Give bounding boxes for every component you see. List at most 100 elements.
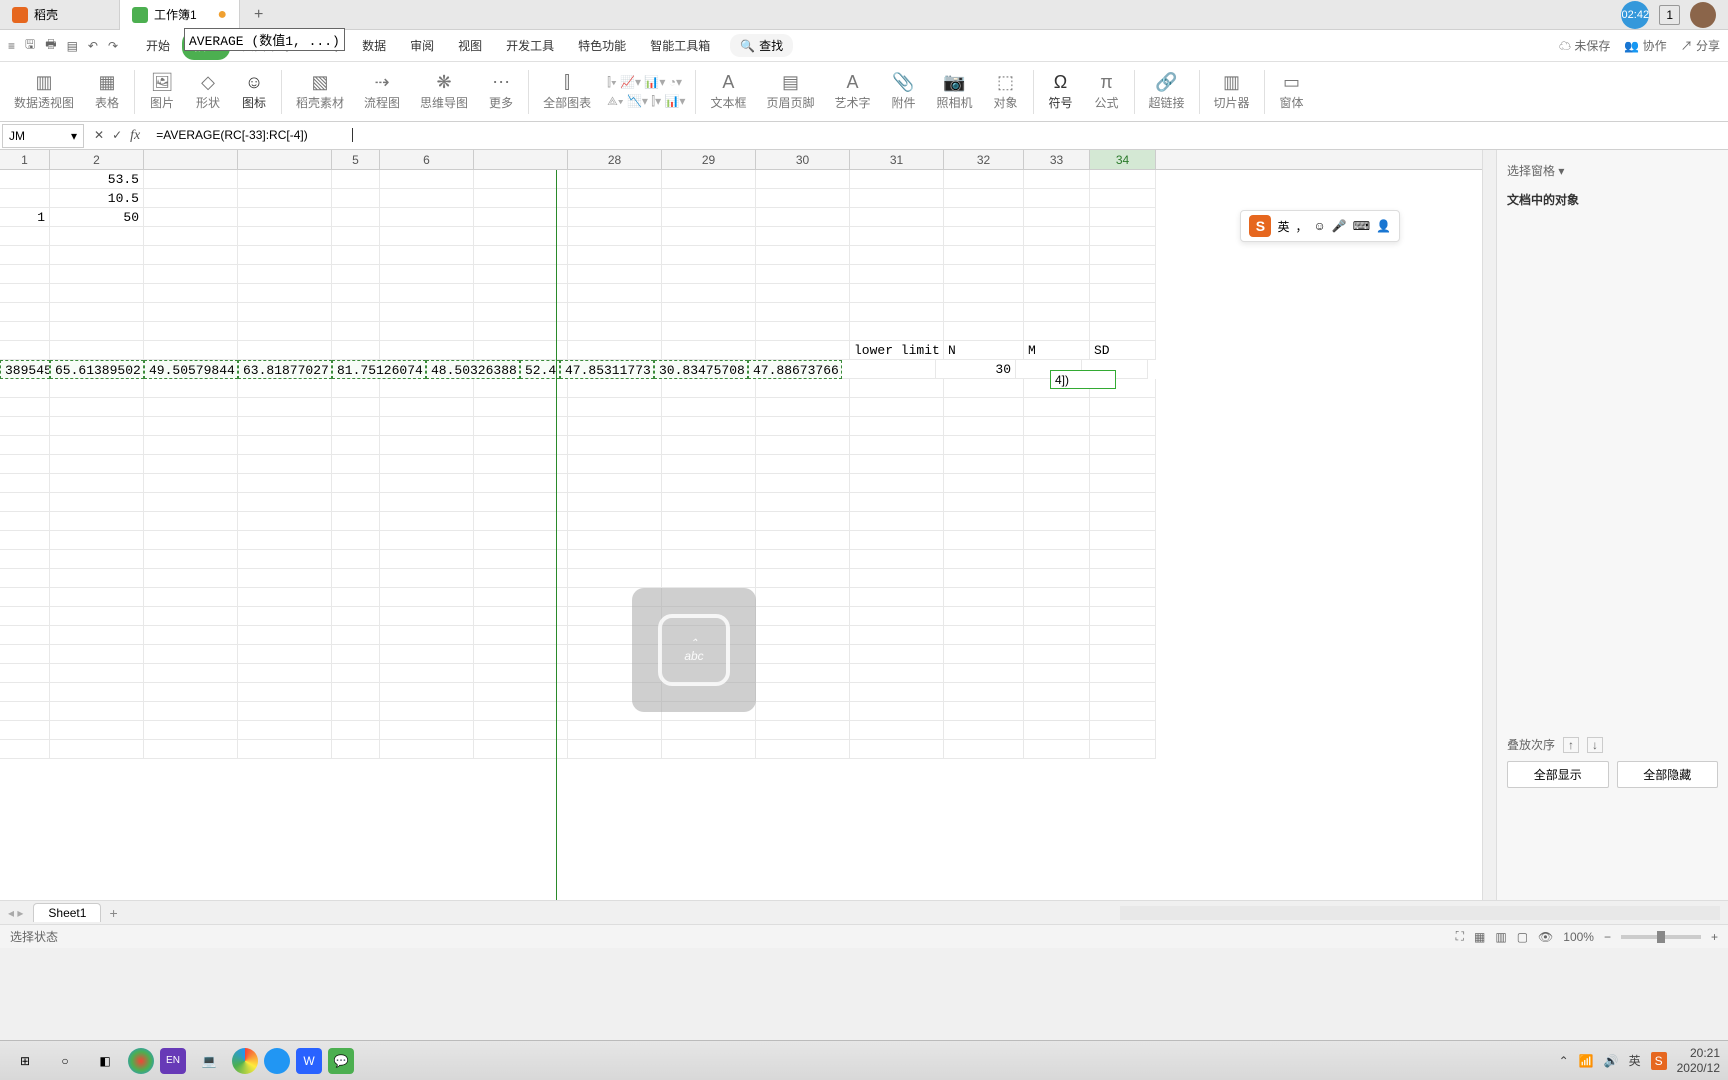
sel-cell[interactable]: 52.4 (520, 360, 560, 379)
menu-start[interactable]: 开始 (134, 31, 182, 60)
ime-toolbar[interactable]: S 英 ， ☺ 🎤 ⌨ 👤 (1240, 210, 1400, 242)
ribbon-mindmap[interactable]: ❋思维导图 (410, 70, 478, 113)
redo-icon[interactable]: ↷ (108, 39, 118, 53)
col-h[interactable]: 5 (332, 150, 380, 169)
move-up-button[interactable]: ↑ (1563, 737, 1579, 753)
cell-N-value[interactable]: 30 (936, 360, 1016, 379)
vertical-scrollbar[interactable] (1482, 150, 1496, 900)
ime-user[interactable]: 👤 (1376, 219, 1391, 233)
col-h[interactable]: 28 (568, 150, 662, 169)
ribbon-more[interactable]: ⋯更多 (478, 70, 524, 113)
sogou-tray-icon[interactable]: S (1651, 1052, 1667, 1070)
wifi-icon[interactable]: 📶 (1579, 1054, 1594, 1068)
ribbon-charts[interactable]: ⫿全部图表 (533, 70, 601, 113)
cancel-icon[interactable]: ✕ (94, 128, 104, 144)
confirm-icon[interactable]: ✓ (112, 128, 122, 144)
col-h[interactable]: 31 (850, 150, 944, 169)
hide-all-button[interactable]: 全部隐藏 (1617, 761, 1719, 788)
cell-lower-limit[interactable]: lower limit (850, 341, 944, 360)
menu-view[interactable]: 视图 (446, 31, 494, 60)
share-button[interactable]: ↗ 分享 (1681, 37, 1720, 54)
ribbon-iconset[interactable]: ☺图标 (231, 70, 277, 113)
tab-add-button[interactable]: + (240, 6, 277, 24)
col-h[interactable] (474, 150, 568, 169)
col-h[interactable] (144, 150, 238, 169)
sel-cell[interactable]: 81.75126074 (332, 360, 426, 379)
fullscreen-icon[interactable]: ⛶ (1456, 929, 1464, 944)
view-layout-icon[interactable]: ▥ (1495, 930, 1506, 944)
ribbon-pivot[interactable]: ▥数据透视图 (4, 70, 84, 113)
cell-N[interactable]: N (944, 341, 1024, 360)
app-blue-icon[interactable] (264, 1048, 290, 1074)
view-page-icon[interactable]: ▢ (1517, 930, 1528, 944)
cell[interactable]: 53.5 (50, 170, 144, 189)
sheet-nav[interactable]: ◂ ▸ (8, 906, 23, 920)
ime-punct[interactable]: ， (1295, 218, 1307, 235)
ime-keyboard[interactable]: ⌨ (1353, 219, 1370, 233)
ribbon-flowchart[interactable]: ⇢流程图 (354, 70, 410, 113)
side-selector[interactable]: 选择窗格 ▾ (1507, 158, 1718, 183)
show-all-button[interactable]: 全部显示 (1507, 761, 1609, 788)
start-button[interactable]: ⊞ (8, 1044, 42, 1078)
clock-badge[interactable]: 02:42 (1621, 1, 1649, 29)
menu-special[interactable]: 特色功能 (566, 31, 638, 60)
col-h[interactable]: 33 (1024, 150, 1090, 169)
cell[interactable]: 1 (0, 208, 50, 227)
search-box[interactable]: 🔍 查找 (730, 34, 793, 57)
taskview-button[interactable]: ◧ (88, 1044, 122, 1078)
cortana-button[interactable]: ○ (48, 1044, 82, 1078)
sel-cell[interactable]: 47.88673766 (748, 360, 842, 379)
chrome-icon[interactable] (232, 1048, 258, 1074)
cell-SD[interactable]: SD (1090, 341, 1156, 360)
active-cell[interactable]: 4]) (1050, 370, 1116, 389)
ime-lang[interactable]: 英 (1277, 218, 1289, 235)
cell-M[interactable]: M (1024, 341, 1090, 360)
col-h[interactable]: 29 (662, 150, 756, 169)
read-icon[interactable]: 👁 (1538, 930, 1553, 944)
horizontal-scrollbar[interactable] (1120, 906, 1720, 920)
menu-data[interactable]: 数据 (350, 31, 398, 60)
sel-cell[interactable]: 48.50326388 (426, 360, 520, 379)
sheet-tab[interactable]: Sheet1 (33, 903, 101, 922)
col-h[interactable]: 32 (944, 150, 1024, 169)
sel-cell[interactable]: 63.81877027 (238, 360, 332, 379)
ribbon-textbox[interactable]: A文本框 (700, 70, 756, 113)
ribbon-hyperlink[interactable]: 🔗超链接 (1139, 70, 1195, 113)
wps-icon[interactable]: W (296, 1048, 322, 1074)
print-icon[interactable]: 🖶 (45, 35, 56, 56)
tab-workbook[interactable]: 工作簿1 ● (120, 0, 240, 30)
ribbon-object[interactable]: ⬚对象 (983, 70, 1029, 113)
fx-icon[interactable]: fx (130, 128, 140, 144)
zoom-out-button[interactable]: − (1604, 930, 1611, 944)
ribbon-equation[interactable]: π公式 (1084, 70, 1130, 113)
ribbon-table[interactable]: ▦表格 (84, 70, 130, 113)
volume-icon[interactable]: 🔊 (1604, 1054, 1619, 1068)
menu-smart[interactable]: 智能工具箱 (638, 31, 722, 60)
menu-icon[interactable]: ≡ (8, 39, 15, 53)
view-normal-icon[interactable]: ▦ (1474, 930, 1485, 944)
formula-input[interactable]: =AVERAGE(RC[-33]:RC[-4]) (150, 126, 1728, 145)
column-headers[interactable]: 1 2 5 6 28 29 30 31 32 33 34 (0, 150, 1482, 170)
menu-review[interactable]: 审阅 (398, 31, 446, 60)
ime-voice[interactable]: 🎤 (1332, 219, 1347, 233)
col-h[interactable]: 6 (380, 150, 474, 169)
cell[interactable]: 50 (50, 208, 144, 227)
browser-icon[interactable] (128, 1048, 154, 1074)
col-h-active[interactable]: 34 (1090, 150, 1156, 169)
ribbon-picture[interactable]: 🖼图片 (139, 70, 185, 113)
col-h[interactable]: 1 (0, 150, 50, 169)
window-count[interactable]: 1 (1659, 5, 1680, 25)
ribbon-attachment[interactable]: 📎附件 (880, 70, 926, 113)
zoom-in-button[interactable]: + (1711, 930, 1718, 944)
col-h[interactable] (238, 150, 332, 169)
avatar[interactable] (1690, 2, 1716, 28)
move-down-button[interactable]: ↓ (1587, 737, 1603, 753)
zoom-slider[interactable] (1621, 935, 1701, 939)
cell[interactable]: 10.5 (50, 189, 144, 208)
sel-cell[interactable]: 47.85311773 (560, 360, 654, 379)
chart-minis[interactable]: ⫿▾ 📈▾ 📊▾ ◔▾⟁▾ 📉▾ ⫿▾ 📊▾ (601, 71, 691, 113)
save-icon[interactable]: 🖫 (25, 35, 35, 56)
col-h[interactable]: 2 (50, 150, 144, 169)
undo-icon[interactable]: ↶ (88, 39, 98, 53)
sel-cell[interactable]: 65.61389502 (50, 360, 144, 379)
